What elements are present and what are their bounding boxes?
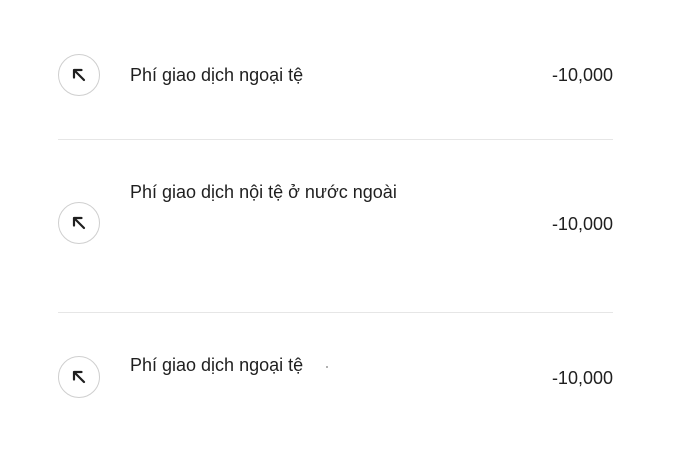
transaction-amount: -10,000 [551, 368, 613, 388]
transaction-amount: -10,000 [551, 65, 613, 85]
arrow-up-left-icon [72, 68, 86, 82]
transaction-list: Phí giao dịch ngoại tệ -10,000 Phí giao … [0, 0, 676, 473]
transaction-row[interactable]: Phí giao dịch ngoại tệ -10,000 [0, 0, 676, 140]
transaction-icon-badge [58, 202, 100, 244]
transaction-label: Phí giao dịch ngoại tệ [130, 65, 304, 85]
speck-mark [326, 366, 328, 368]
transaction-row[interactable]: Phí giao dịch ngoại tệ -10,000 [0, 313, 676, 473]
transaction-row[interactable]: Phí giao dịch nội tệ ở nước ngoài -10,00… [0, 140, 676, 312]
transaction-icon-badge [58, 54, 100, 96]
transaction-amount: -10,000 [551, 214, 613, 234]
transaction-label: Phí giao dịch ngoại tệ [130, 355, 304, 375]
arrow-up-left-icon [72, 216, 86, 230]
arrow-up-left-icon [72, 370, 86, 384]
transaction-label: Phí giao dịch nội tệ ở nước ngoài [130, 182, 397, 202]
transaction-icon-badge [58, 356, 100, 398]
